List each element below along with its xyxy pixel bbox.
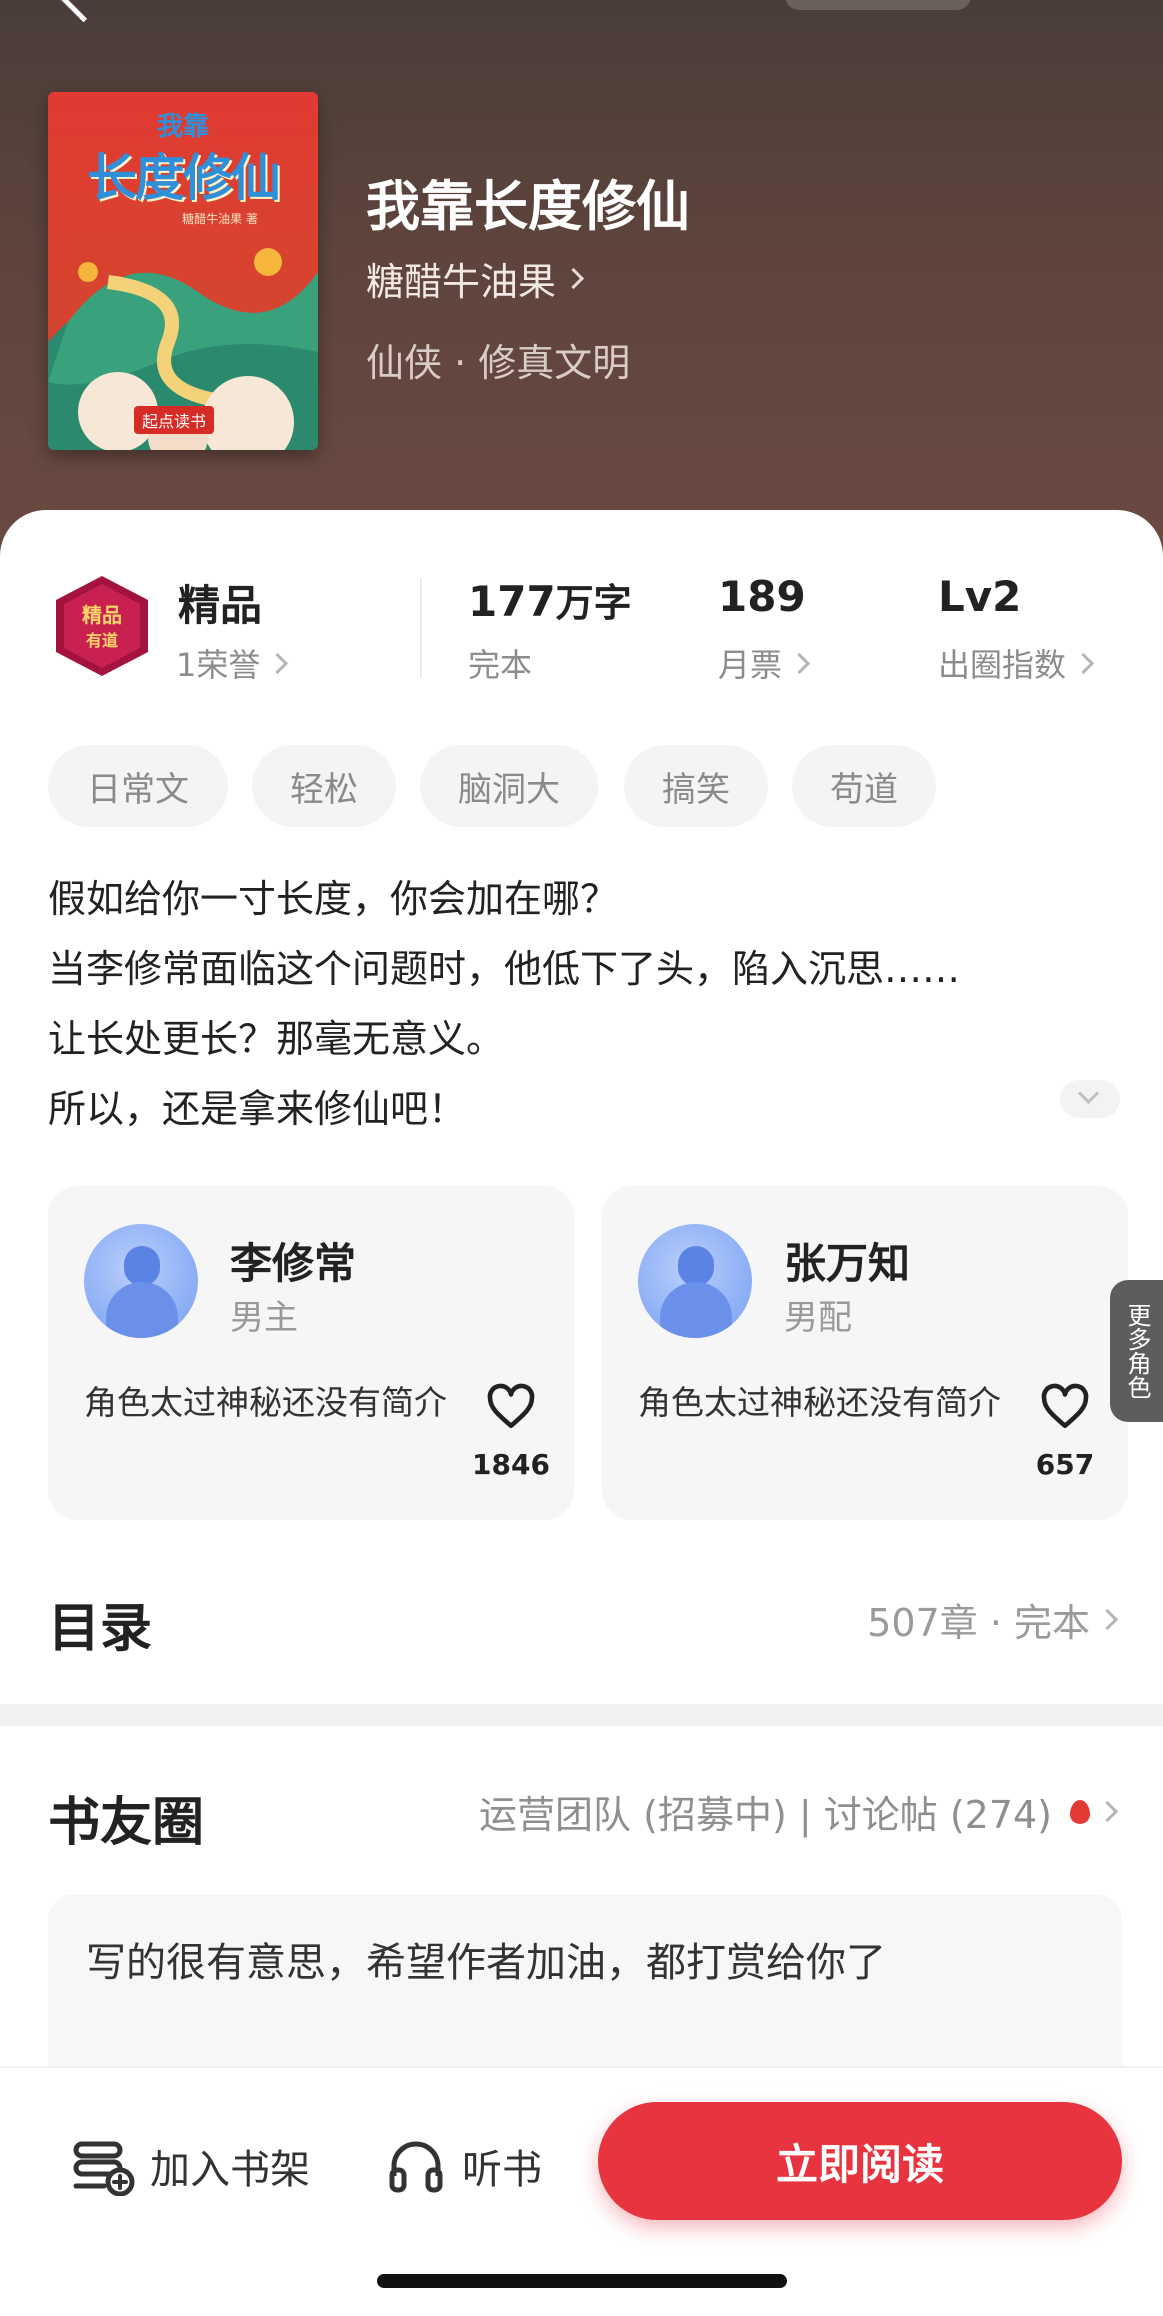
character-desc: 角色太过神秘还没有简介 — [638, 1383, 1001, 1422]
monthly-tickets-link[interactable]: 月票 — [718, 640, 811, 686]
book-genre: 仙侠 · 修真文明 — [366, 341, 631, 385]
character-avatar — [84, 1224, 198, 1338]
chevron-down-icon — [1077, 1082, 1100, 1105]
premium-badge-icon[interactable]: 精品 有道 — [52, 574, 152, 678]
chevron-right-icon — [1072, 652, 1095, 674]
heart-icon[interactable] — [1040, 1382, 1090, 1432]
headphones-icon — [389, 2141, 443, 2193]
badge-title: 精品 — [178, 581, 263, 630]
chevron-right-icon — [267, 652, 289, 674]
top-action-chip[interactable] — [785, 0, 971, 10]
description-line: 让长处更长？那毫无意义。 — [48, 1017, 505, 1061]
popularity-index-label: 出圈指数 — [938, 646, 1067, 684]
character-role: 男主 — [230, 1298, 298, 1338]
author-name: 糖醋牛油果 — [366, 259, 557, 304]
author-link[interactable]: 糖醋牛油果 — [366, 252, 585, 304]
add-shelf-label: 加入书架 — [150, 2147, 310, 2193]
hot-flame-icon — [1070, 1799, 1090, 1824]
like-count: 1846 — [472, 1448, 550, 1481]
description-line: 当李修常面临这个问题时，他低下了头，陷入沉思…… — [48, 947, 961, 991]
character-card[interactable]: 张万知 男配 角色太过神秘还没有简介 657 — [602, 1186, 1128, 1520]
tag-chip[interactable]: 轻松 — [252, 745, 396, 827]
character-desc: 角色太过神秘还没有简介 — [84, 1383, 447, 1422]
toc-title: 目录 — [48, 1599, 153, 1659]
chevron-right-icon — [788, 652, 811, 674]
word-count: 177万字 — [468, 572, 632, 627]
honor-count: 1荣誉 — [176, 646, 261, 684]
circle-meta-text: 运营团队 (招募中) | 讨论帖 (274) — [479, 1793, 1052, 1837]
svg-text:精品: 精品 — [82, 603, 122, 627]
tag-chip[interactable]: 脑洞大 — [420, 745, 598, 827]
popularity-level: Lv2 — [938, 572, 1022, 621]
expand-description-button[interactable] — [1060, 1080, 1120, 1118]
add-shelf-icon — [73, 2141, 135, 2196]
honor-link[interactable]: 1荣誉 — [176, 640, 289, 686]
add-to-shelf-button[interactable]: 加入书架 — [70, 2126, 310, 2206]
popularity-index-link[interactable]: 出圈指数 — [938, 640, 1095, 686]
description-line: 所以，还是拿来修仙吧！ — [48, 1087, 467, 1131]
tag-chip[interactable]: 日常文 — [48, 745, 228, 827]
character-name: 张万知 — [784, 1239, 911, 1288]
tag-chip[interactable]: 搞笑 — [624, 745, 768, 827]
heart-icon[interactable] — [486, 1382, 536, 1432]
cover-title-large: 长度修仙 — [87, 149, 281, 207]
chevron-right-icon — [1096, 1800, 1119, 1823]
book-title: 我靠长度修仙 — [366, 175, 690, 238]
character-avatar — [638, 1224, 752, 1338]
home-indicator — [377, 2274, 787, 2288]
character-card[interactable]: 李修常 男主 角色太过神秘还没有简介 1846 — [48, 1186, 574, 1520]
like-count: 657 — [1035, 1448, 1095, 1481]
book-cover[interactable]: 我靠 长度修仙 糖醋牛油果 著 起点读书 — [48, 92, 318, 450]
listen-button[interactable]: 听书 — [386, 2126, 542, 2206]
completion-status: 完本 — [468, 640, 532, 686]
circle-title: 书友圈 — [48, 1793, 205, 1853]
book-header: 我靠 长度修仙 糖醋牛油果 著 起点读书 我靠长度修仙 糖醋牛油果 仙侠 · 修… — [0, 0, 1163, 560]
toc-link[interactable]: 507章 · 完本 — [867, 1592, 1119, 1647]
circle-link[interactable]: 运营团队 (招募中) | 讨论帖 (274) — [479, 1784, 1119, 1839]
character-role: 男配 — [784, 1298, 852, 1338]
monthly-tickets-label: 月票 — [718, 646, 783, 684]
svg-text:有道: 有道 — [86, 631, 118, 650]
completion-label: 完本 — [468, 646, 533, 684]
back-icon[interactable] — [58, 0, 109, 23]
character-name: 李修常 — [230, 1239, 357, 1288]
post-text: 写的很有意思，希望作者加油，都打赏给你了 — [86, 1940, 886, 1986]
section-divider — [0, 1704, 1163, 1726]
divider — [420, 578, 422, 678]
chevron-right-icon — [562, 267, 585, 289]
chevron-right-icon — [1096, 1608, 1119, 1631]
cover-publisher: 起点读书 — [134, 406, 215, 434]
word-count-value: 177 — [468, 577, 556, 626]
cover-author: 糖醋牛油果 著 — [182, 212, 258, 226]
monthly-tickets-value: 189 — [718, 572, 806, 621]
toc-meta-text: 507章 · 完本 — [867, 1601, 1090, 1645]
tag-chip[interactable]: 苟道 — [792, 745, 936, 827]
description-line: 假如给你一寸长度，你会加在哪？ — [48, 877, 619, 921]
listen-label: 听书 — [462, 2147, 542, 2193]
word-count-unit: 万字 — [555, 581, 632, 625]
read-now-button[interactable]: 立即阅读 — [598, 2102, 1122, 2220]
more-characters-button[interactable]: 更多角色 — [1110, 1280, 1163, 1422]
